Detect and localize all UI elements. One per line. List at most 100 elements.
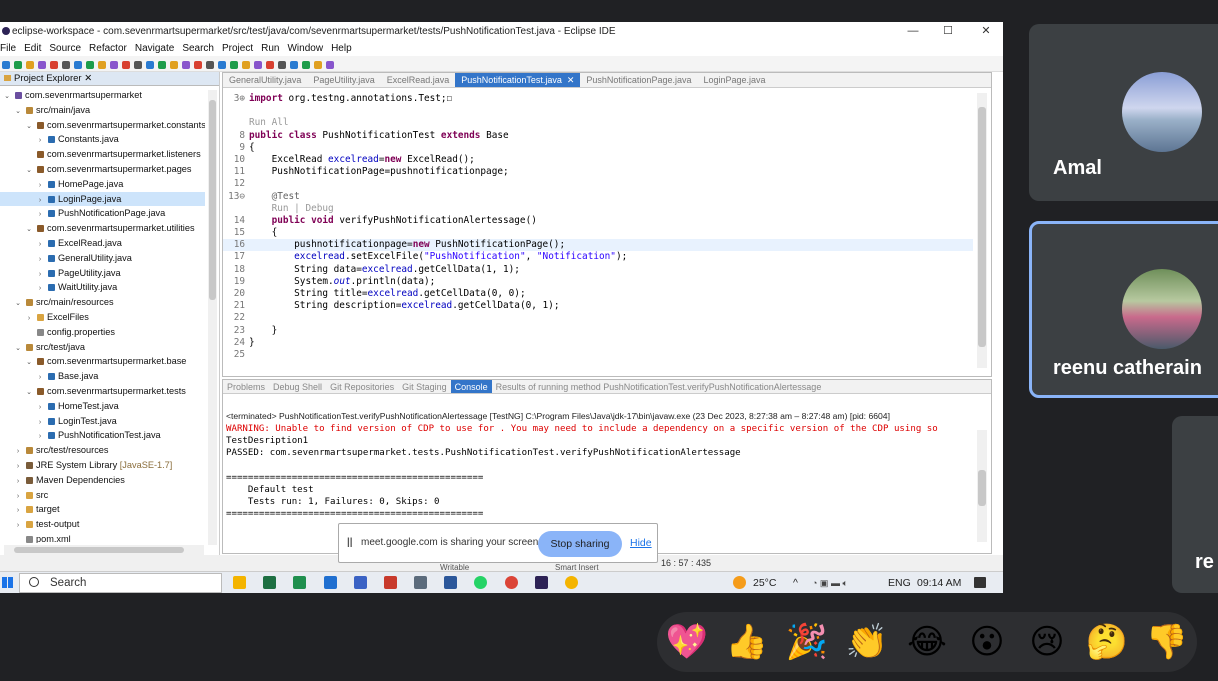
- tree-item[interactable]: › Base.java: [0, 369, 205, 384]
- tree-item[interactable]: ⌄ com.sevenrmartsupermarket.utilities: [0, 221, 205, 236]
- toolbar-button-icon[interactable]: [110, 61, 118, 69]
- tree-item[interactable]: ⌄ com.sevenrmartsupermarket: [0, 88, 205, 103]
- excel-icon[interactable]: [263, 576, 276, 589]
- toolbar-button-icon[interactable]: [242, 61, 250, 69]
- editor-tab[interactable]: LoginPage.java: [697, 73, 771, 87]
- hide-banner-link[interactable]: Hide: [630, 537, 652, 549]
- eclipse-icon[interactable]: [535, 576, 548, 589]
- toolbar-button-icon[interactable]: [122, 61, 130, 69]
- toolbar-button-icon[interactable]: [98, 61, 106, 69]
- reaction-button[interactable]: 👎: [1145, 620, 1189, 664]
- chevron-up-icon[interactable]: ^: [793, 572, 798, 594]
- tree-item[interactable]: ⌄ src/main/resources: [0, 295, 205, 310]
- reaction-button[interactable]: 😮: [965, 620, 1009, 664]
- chevron-down-icon[interactable]: ⌄: [24, 120, 34, 135]
- close-icon[interactable]: ✕: [562, 73, 575, 87]
- chrome-icon[interactable]: [565, 576, 578, 589]
- reaction-button[interactable]: 💖: [665, 620, 709, 664]
- tree-item[interactable]: › test-output: [0, 517, 205, 532]
- menu-item-5[interactable]: Search: [182, 43, 214, 54]
- chevron-down-icon[interactable]: ⌄: [24, 356, 34, 371]
- code-line[interactable]: [223, 105, 973, 117]
- file-explorer-icon[interactable]: [233, 576, 246, 589]
- whatsapp-icon[interactable]: [474, 576, 487, 589]
- participant-tile[interactable]: re: [1172, 416, 1218, 593]
- app-icon[interactable]: [384, 576, 397, 589]
- code-line[interactable]: 13⊖ @Test: [223, 191, 973, 203]
- code-line[interactable]: 22: [223, 312, 973, 324]
- menu-item-7[interactable]: Run: [261, 43, 279, 54]
- chevron-down-icon[interactable]: ⌄: [13, 297, 23, 312]
- menu-item-9[interactable]: Help: [331, 43, 352, 54]
- code-line[interactable]: 8 public class PushNotificationTest exten…: [223, 130, 973, 142]
- toolbar-button-icon[interactable]: [326, 61, 334, 69]
- tree-item[interactable]: › GeneralUtility.java: [0, 251, 205, 266]
- reaction-button[interactable]: 👍: [725, 620, 769, 664]
- app-icon[interactable]: [324, 576, 337, 589]
- code-line[interactable]: 21 String description=excelread.getCellD…: [223, 300, 973, 312]
- console-tab[interactable]: Results of running method PushNotificati…: [492, 380, 826, 393]
- notification-icon[interactable]: [974, 577, 986, 588]
- code-line[interactable]: 14 public void verifyPushNotificationAle…: [223, 215, 973, 227]
- chrome-icon[interactable]: [505, 576, 518, 589]
- stop-sharing-button[interactable]: Stop sharing: [538, 531, 622, 557]
- menu-item-8[interactable]: Window: [287, 43, 323, 54]
- app-icon[interactable]: [293, 576, 306, 589]
- console-tab[interactable]: Problems: [223, 380, 269, 393]
- code-line[interactable]: 18 String data=excelread.getCellData(1, …: [223, 264, 973, 276]
- code-line[interactable]: 12: [223, 178, 973, 190]
- menu-item-1[interactable]: Edit: [24, 43, 41, 54]
- toolbar-button-icon[interactable]: [206, 61, 214, 69]
- code-line[interactable]: 10 ExcelRead excelread=new ExcelRead();: [223, 154, 973, 166]
- tab-project-explorer[interactable]: Project Explorer ✕: [0, 72, 219, 86]
- menu-item-2[interactable]: Source: [49, 43, 81, 54]
- tree-item[interactable]: › Constants.java: [0, 132, 205, 147]
- tree-item[interactable]: com.sevenrmartsupermarket.listeners: [0, 147, 205, 162]
- word-icon[interactable]: [444, 576, 457, 589]
- scroll-thumb[interactable]: [209, 100, 216, 300]
- code-line[interactable]: 9{: [223, 142, 973, 154]
- system-tray-icons[interactable]: ◔ ▣ ▬ 🔈︎: [812, 572, 848, 594]
- scroll-thumb[interactable]: [978, 107, 986, 347]
- tree-item[interactable]: ⌄ com.sevenrmartsupermarket.base: [0, 354, 205, 369]
- tree-item[interactable]: config.properties: [0, 325, 205, 340]
- chevron-down-icon[interactable]: ⌄: [2, 90, 12, 105]
- tree-item[interactable]: › HomeTest.java: [0, 399, 205, 414]
- reaction-button[interactable]: 😢: [1025, 620, 1069, 664]
- reaction-button[interactable]: 🎉: [785, 620, 829, 664]
- reaction-button[interactable]: 🤔: [1085, 620, 1129, 664]
- menu-item-0[interactable]: File: [0, 43, 16, 54]
- toolbar-button-icon[interactable]: [158, 61, 166, 69]
- scroll-thumb[interactable]: [978, 470, 986, 506]
- code-area[interactable]: 3⊕ import org.testng.annotations.Test;☐ Ru…: [223, 93, 973, 368]
- language-indicator[interactable]: ENG: [888, 572, 911, 594]
- code-line[interactable]: 15 {: [223, 227, 973, 239]
- vertical-scrollbar[interactable]: [208, 90, 217, 545]
- toolbar-button-icon[interactable]: [2, 61, 10, 69]
- toolbar-button-icon[interactable]: [194, 61, 202, 69]
- vertical-scrollbar[interactable]: [977, 430, 987, 542]
- tree-item[interactable]: pom.xml: [0, 532, 205, 543]
- code-line[interactable]: 25: [223, 349, 973, 361]
- menu-item-3[interactable]: Refactor: [89, 43, 127, 54]
- toolbar-button-icon[interactable]: [146, 61, 154, 69]
- chevron-down-icon[interactable]: ⌄: [13, 105, 23, 120]
- editor-tab[interactable]: ExcelRead.java: [381, 73, 456, 87]
- menu-item-6[interactable]: Project: [222, 43, 253, 54]
- tree-item[interactable]: › target: [0, 502, 205, 517]
- toolbar-button-icon[interactable]: [14, 61, 22, 69]
- editor-tab[interactable]: PushNotificationPage.java: [580, 73, 697, 87]
- tree-item[interactable]: ⌄ src/test/java: [0, 340, 205, 355]
- code-line[interactable]: 16 pushnotificationpage=new PushNotifica…: [223, 239, 973, 252]
- console-tab[interactable]: Git Staging: [398, 380, 451, 393]
- tree-item[interactable]: › PushNotificationTest.java: [0, 428, 205, 443]
- tree-item[interactable]: › src: [0, 488, 205, 503]
- toolbar-button-icon[interactable]: [314, 61, 322, 69]
- console-tab[interactable]: Git Repositories: [326, 380, 398, 393]
- chevron-down-icon[interactable]: ⌄: [24, 164, 34, 179]
- tree-item[interactable]: › LoginPage.java: [0, 191, 205, 207]
- scroll-thumb[interactable]: [14, 547, 184, 553]
- participant-tile[interactable]: Amal: [1029, 24, 1218, 201]
- toolbar-button-icon[interactable]: [278, 61, 286, 69]
- tree-item[interactable]: ⌄ com.sevenrmartsupermarket.constants: [0, 118, 205, 133]
